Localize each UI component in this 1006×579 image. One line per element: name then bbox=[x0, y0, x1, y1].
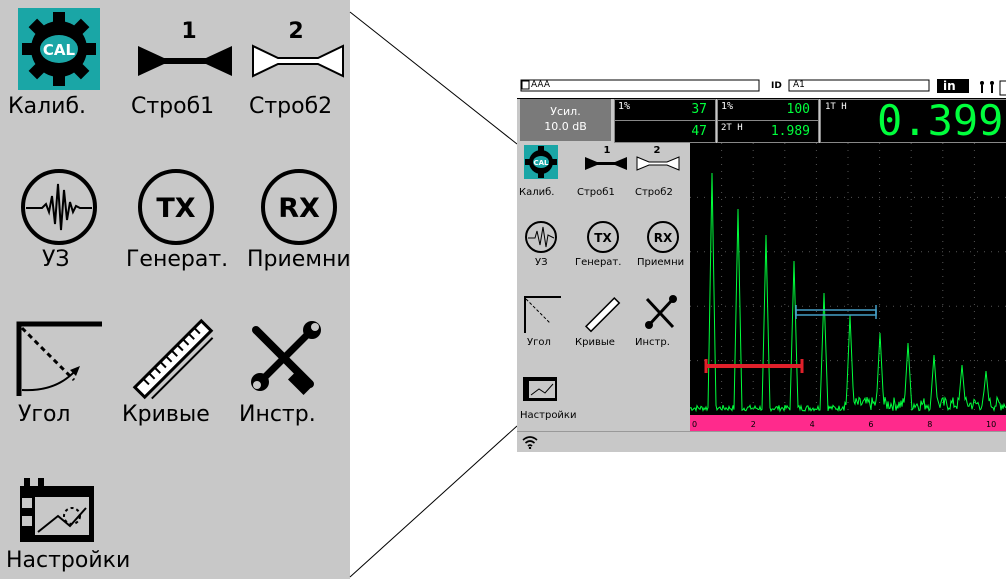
axis-tick-label: 8 bbox=[927, 420, 932, 429]
side-label-calib[interactable]: Калиб. bbox=[519, 187, 554, 198]
file-name-box bbox=[520, 79, 760, 92]
svg-text:RX: RX bbox=[654, 231, 673, 245]
side-label-curves[interactable]: Кривые bbox=[575, 337, 615, 348]
readout-box-3: 1% 100 bbox=[717, 99, 819, 121]
svg-text:2: 2 bbox=[654, 145, 661, 156]
side-tools-icon bbox=[645, 295, 677, 329]
svg-text:1: 1 bbox=[604, 145, 611, 156]
big-readout-value: 0.399 bbox=[877, 96, 1004, 145]
file-icon bbox=[521, 80, 530, 90]
side-label-gate2[interactable]: Строб2 bbox=[635, 187, 673, 198]
side-label-settings[interactable]: Настройки bbox=[520, 410, 576, 421]
side-label-receiver[interactable]: Приемни bbox=[637, 257, 684, 268]
side-label-gate1[interactable]: Строб1 bbox=[577, 187, 615, 198]
bottom-status-bar bbox=[517, 431, 1006, 452]
status-icons bbox=[972, 79, 1006, 97]
wifi-icon bbox=[522, 436, 538, 449]
readout-box-big: 1T H 0.399 bbox=[820, 96, 1006, 145]
file-name: AAA bbox=[531, 80, 550, 90]
side-curves-icon bbox=[584, 296, 621, 333]
side-label-angle[interactable]: Угол bbox=[527, 337, 551, 348]
id-label: ID bbox=[771, 81, 782, 91]
axis-tick-label: 10 bbox=[986, 420, 996, 429]
side-label-uz[interactable]: УЗ bbox=[535, 257, 548, 268]
gain-value: 10.0 dB bbox=[544, 120, 587, 133]
a-scan-display[interactable]: 0 2 4 6 8 10 bbox=[689, 143, 1006, 431]
readout-box-1: 1% 37 bbox=[614, 99, 716, 121]
side-angle-icon bbox=[524, 296, 561, 333]
gain-box[interactable]: Усил. 10.0 dB bbox=[520, 99, 611, 141]
horizontal-axis-bar bbox=[690, 415, 1006, 431]
side-gate1-icon bbox=[585, 157, 627, 170]
unit-label: in bbox=[943, 79, 956, 93]
readout-value-2: 47 bbox=[691, 124, 707, 139]
axis-tick-label: 4 bbox=[810, 420, 815, 429]
svg-text:TX: TX bbox=[594, 231, 612, 245]
svg-text:CAL: CAL bbox=[533, 159, 549, 167]
readout-value-4: 1.989 bbox=[770, 124, 810, 139]
axis-tick-label: 0 bbox=[692, 420, 697, 429]
axis-tick-label: 2 bbox=[751, 420, 756, 429]
id-value: A1 bbox=[793, 80, 805, 90]
side-gate2-icon bbox=[636, 156, 680, 171]
device-screen: AAA ID A1 in Усил. 10.0 dB 1% 37 47 1% 1… bbox=[517, 79, 1006, 452]
readout-value-1: 37 bbox=[691, 102, 707, 117]
gain-label: Усил. bbox=[550, 105, 581, 118]
readout-box-4: 2T H 1.989 bbox=[717, 120, 819, 143]
axis-tick-label: 6 bbox=[868, 420, 873, 429]
gate2-marker bbox=[795, 305, 877, 319]
a-scan-trace bbox=[689, 172, 1006, 413]
id-box bbox=[788, 79, 930, 92]
side-label-tools[interactable]: Инстр. bbox=[635, 337, 670, 348]
side-label-generator[interactable]: Генерат. bbox=[575, 257, 621, 268]
readout-value-3: 100 bbox=[786, 102, 810, 117]
side-menu: CAL 1 2 TX RX Калиб. Строб1 Строб2 УЗ Ге… bbox=[517, 143, 689, 431]
readout-box-2: 47 bbox=[614, 120, 716, 143]
